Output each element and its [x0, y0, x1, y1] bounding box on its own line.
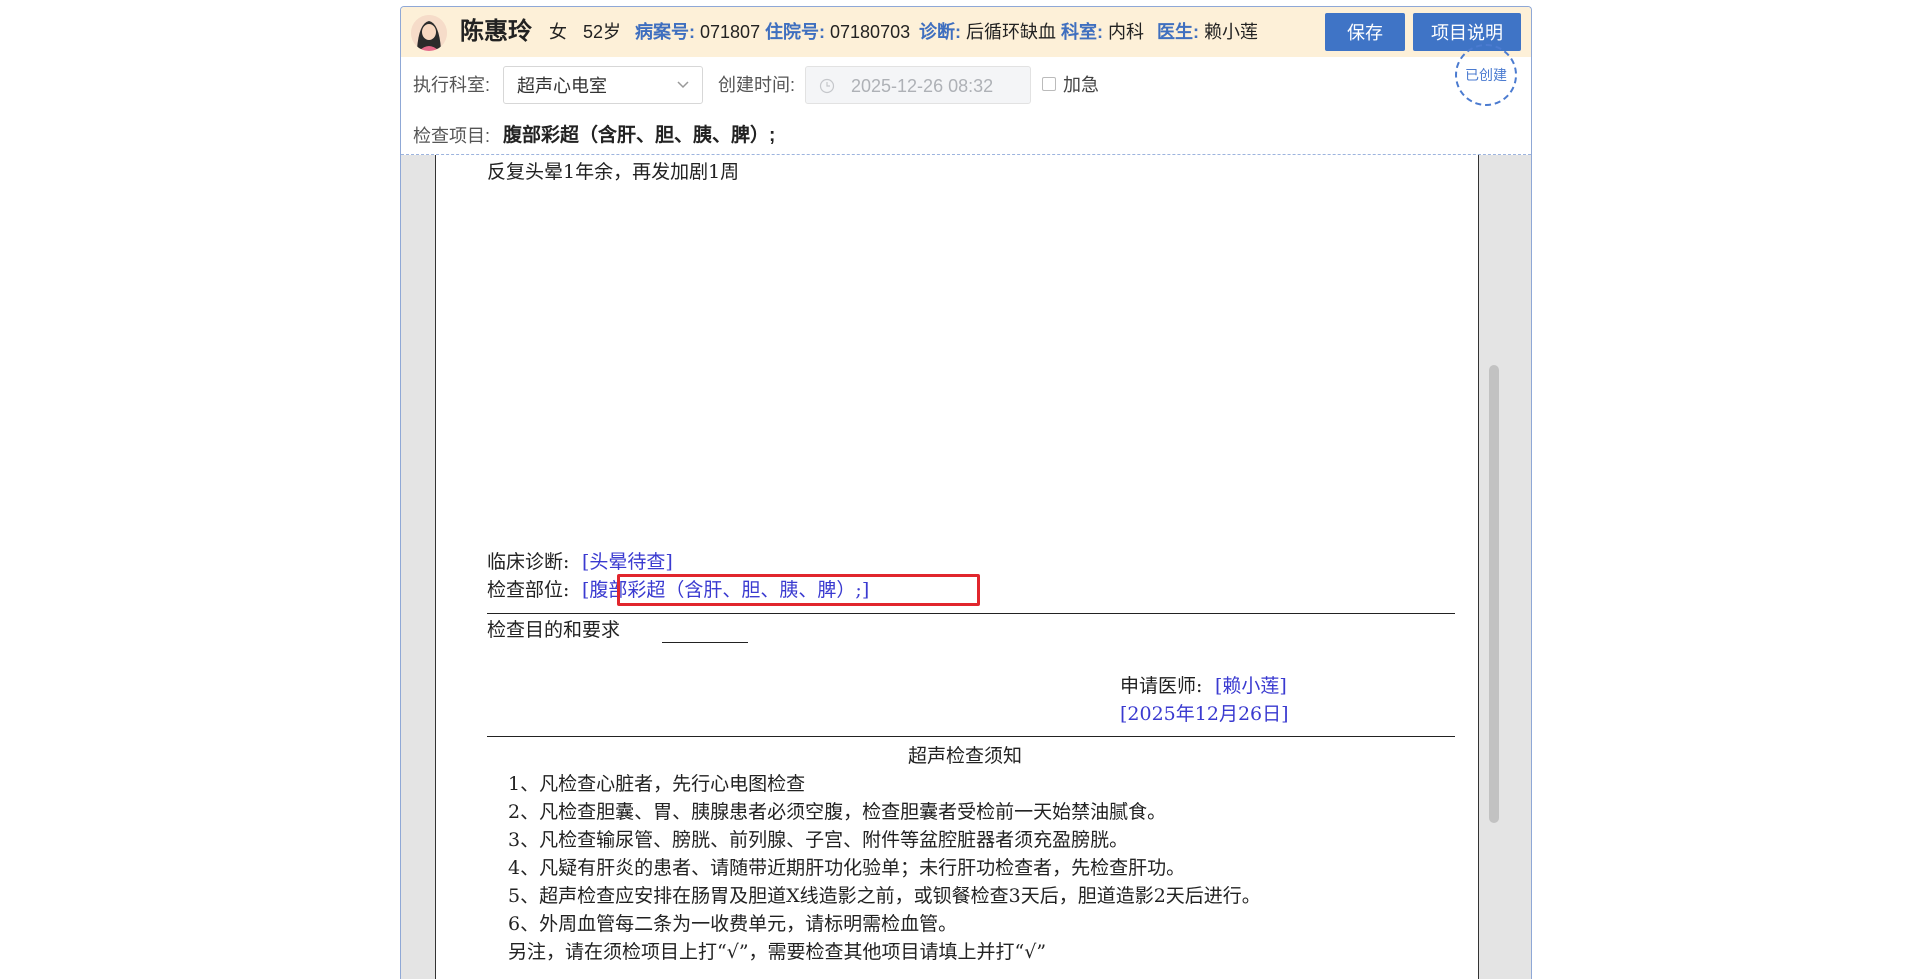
exam-items-label: 检查项目:	[413, 126, 491, 146]
doctor: 医生: 赖小莲	[1157, 20, 1258, 44]
notice-item: 1、凡检查心脏者，先行心电图检查	[508, 773, 806, 795]
document-scrollbar[interactable]	[1489, 365, 1499, 823]
created-time-field[interactable]: 2025-12-26 08:32	[805, 66, 1031, 104]
record-number: 病案号: 071807	[635, 20, 760, 44]
exam-items-value: 腹部彩超（含肝、胆、胰、脾）;	[503, 125, 776, 146]
notice-item: 2、凡检查胆囊、胃、胰腺患者必须空腹，检查胆囊者受检前一天始禁油腻食。	[508, 801, 1167, 823]
notice-item: 3、凡检查输尿管、膀胱、前列腺、子宫、附件等盆腔脏器者须充盈膀胱。	[508, 829, 1129, 851]
notice-item: 6、外周血管每二条为一收费单元，请标明需检血管。	[508, 913, 958, 935]
inpatient-number-value: 07180703	[830, 22, 911, 42]
exec-dept-label: 执行科室:	[413, 75, 491, 95]
request-date-field[interactable]: [2025年12月26日]	[1120, 701, 1289, 727]
clinical-diagnosis-label: 临床诊断:	[487, 551, 570, 573]
exam-request-window: 陈惠玲 女 52岁 病案号: 071807 住院号: 07180703 诊断: …	[400, 6, 1532, 979]
chevron-down-icon	[677, 81, 689, 89]
patient-age: 52岁	[583, 22, 622, 42]
urgent-checkbox[interactable]	[1042, 77, 1056, 91]
document-viewer[interactable]: 反复头晕1年余，再发加剧1周 临床诊断: [头晕待查] 检查部位: [腹部彩超（…	[401, 155, 1531, 979]
doctor-label: 医生:	[1157, 22, 1199, 42]
patient-name: 陈惠玲	[460, 18, 532, 45]
exec-dept-value: 超声心电室	[517, 76, 607, 96]
save-button[interactable]: 保存	[1325, 13, 1405, 51]
department-value: 内科	[1108, 22, 1145, 42]
status-stamp: 已创建	[1455, 44, 1517, 106]
exam-purpose-blank[interactable]	[662, 642, 748, 643]
patient-gender: 女	[549, 22, 567, 42]
project-info-button[interactable]: 项目说明	[1413, 13, 1521, 51]
department-label: 科室:	[1061, 22, 1103, 42]
rule-line	[487, 613, 1455, 614]
record-number-label: 病案号:	[635, 22, 695, 42]
request-form-page: 反复头晕1年余，再发加剧1周 临床诊断: [头晕待查] 检查部位: [腹部彩超（…	[435, 155, 1479, 979]
created-time-value: 2025-12-26 08:32	[851, 76, 994, 96]
record-number-value: 071807	[700, 22, 761, 42]
clinical-diagnosis-field[interactable]: [头晕待查]	[582, 549, 673, 575]
urgent-label: 加急	[1063, 75, 1099, 95]
exam-purpose-label: 检查目的和要求	[487, 619, 621, 641]
diagnosis: 诊断: 后循环缺血	[919, 20, 1056, 44]
notice-item: 5、超声检查应安排在肠胃及胆道X线造影之前，或钡餐检查3天后，胆道造影2天后进行…	[508, 885, 1261, 907]
inpatient-number-label: 住院号:	[765, 22, 825, 42]
diagnosis-value: 后循环缺血	[966, 22, 1057, 42]
exam-site-highlight	[617, 574, 980, 606]
doctor-value: 赖小莲	[1204, 22, 1259, 42]
notice-title: 超声检查须知	[908, 745, 1023, 767]
clock-icon	[819, 78, 835, 94]
notice-note: 另注，请在须检项目上打“√”，需要检查其他项目请填上并打“√”	[508, 941, 1047, 963]
chief-complaint: 反复头晕1年余，再发加剧1周	[487, 161, 740, 183]
inpatient-number: 住院号: 07180703	[765, 20, 910, 44]
created-time-label: 创建时间:	[718, 75, 796, 95]
requesting-doctor-field[interactable]: [赖小莲]	[1215, 673, 1287, 699]
diagnosis-label: 诊断:	[919, 22, 961, 42]
patient-avatar-icon	[411, 15, 447, 51]
department: 科室: 内科	[1061, 20, 1144, 44]
exam-site-label: 检查部位:	[487, 579, 570, 601]
patient-banner: 陈惠玲 女 52岁 病案号: 071807 住院号: 07180703 诊断: …	[401, 7, 1531, 57]
rule-line	[487, 736, 1455, 737]
notice-item: 4、凡疑有肝炎的患者、请随带近期肝功化验单；未行肝功检查者，先检查肝功。	[508, 857, 1186, 879]
requesting-doctor-label: 申请医师:	[1120, 675, 1203, 697]
exec-dept-select[interactable]: 超声心电室	[503, 66, 703, 104]
